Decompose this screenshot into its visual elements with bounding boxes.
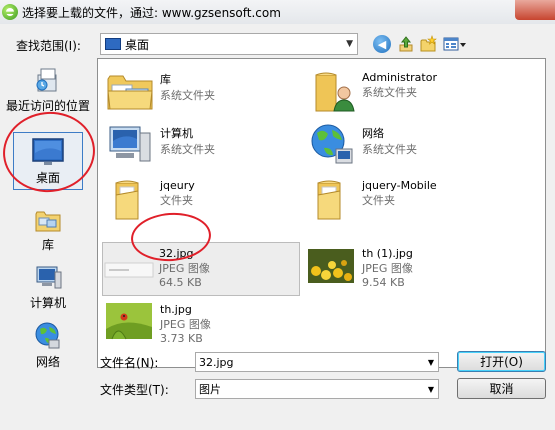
chevron-down-icon[interactable]: ▼ xyxy=(428,385,434,394)
list-item[interactable]: th (1).jpg JPEG 图像 9.54 KB xyxy=(306,243,506,297)
list-item[interactable]: 计算机 系统文件夹 xyxy=(104,121,304,175)
library-icon xyxy=(35,211,61,232)
file-type: JPEG 图像 xyxy=(362,262,413,275)
file-type: JPEG 图像 xyxy=(160,318,211,331)
places-bar: 最近访问的位置 桌面 库 计算机 网络 xyxy=(0,59,96,370)
network-icon xyxy=(306,121,358,169)
view-menu-icon[interactable] xyxy=(443,35,467,53)
file-name: th.jpg xyxy=(160,303,192,316)
filetype-label: 文件类型(T): xyxy=(100,383,169,397)
list-item[interactable]: Administrator 系统文件夹 xyxy=(306,67,506,121)
file-size: 9.54 KB xyxy=(362,276,405,289)
file-name: Administrator xyxy=(362,71,437,84)
open-button[interactable]: 打开(O) xyxy=(457,351,546,372)
list-item[interactable]: th.jpg JPEG 图像 3.73 KB xyxy=(104,299,304,353)
file-type: 文件夹 xyxy=(160,194,193,207)
filename-label: 文件名(N): xyxy=(100,356,159,370)
place-recent[interactable]: 最近访问的位置 xyxy=(0,65,96,114)
image-thumbnail-icon xyxy=(104,299,156,347)
image-thumbnail-icon xyxy=(306,243,358,291)
file-name: 网络 xyxy=(362,127,384,140)
network-icon xyxy=(35,322,60,349)
file-name: 计算机 xyxy=(160,127,193,140)
file-name: jquery-Mobile xyxy=(362,179,437,192)
chevron-down-icon[interactable]: ▼ xyxy=(346,39,353,49)
file-type: 系统文件夹 xyxy=(362,86,417,99)
file-type: 系统文件夹 xyxy=(362,143,417,156)
folder-icon xyxy=(104,175,156,223)
place-label: 网络 xyxy=(35,355,60,369)
list-item[interactable]: 库 系统文件夹 xyxy=(104,67,304,121)
computer-icon xyxy=(104,121,156,169)
look-in-label: 查找范围(I): xyxy=(16,39,81,53)
file-type: 系统文件夹 xyxy=(160,89,215,102)
list-item[interactable]: jqeury 文件夹 xyxy=(104,175,304,229)
window-title: 选择要上载的文件，通过: www.gzsensoft.com xyxy=(22,5,281,20)
folder-icon xyxy=(306,175,358,223)
app-icon xyxy=(2,4,18,20)
filename-input[interactable]: 32.jpg ▼ xyxy=(195,352,439,372)
recent-places-icon xyxy=(36,68,57,92)
back-arrow-icon[interactable]: ◀ xyxy=(373,35,391,53)
file-type: JPEG 图像 xyxy=(159,262,210,275)
place-library[interactable]: 库 xyxy=(0,206,96,253)
file-size: 3.73 KB xyxy=(160,332,203,345)
look-in-combo[interactable]: 桌面 ▼ xyxy=(100,33,358,55)
file-name: 库 xyxy=(160,73,171,86)
new-folder-icon[interactable] xyxy=(419,35,437,53)
close-button[interactable] xyxy=(515,0,555,20)
file-size: 64.5 KB xyxy=(159,276,202,289)
place-network[interactable]: 网络 xyxy=(0,321,96,370)
place-computer[interactable]: 计算机 xyxy=(0,264,96,311)
computer-icon xyxy=(36,266,62,289)
look-in-value: 桌面 xyxy=(125,37,150,52)
filename-value: 32.jpg xyxy=(199,355,234,369)
file-name: jqeury xyxy=(160,179,195,192)
file-name: th (1).jpg xyxy=(362,247,413,260)
file-type: 文件夹 xyxy=(362,194,395,207)
place-label: 库 xyxy=(41,238,54,252)
filetype-select[interactable]: 图片 ▼ xyxy=(195,379,439,399)
title-bar: 选择要上载的文件，通过: www.gzsensoft.com xyxy=(0,0,555,24)
place-label: 计算机 xyxy=(29,296,66,310)
file-dialog: 查找范围(I): 桌面 ▼ ◀ 最近访问的位置 桌面 库 计算机 网络 库 系统… xyxy=(0,24,555,430)
user-folder-icon xyxy=(306,67,358,115)
filetype-value: 图片 xyxy=(199,383,221,396)
cancel-button[interactable]: 取消 xyxy=(457,378,546,399)
up-folder-icon[interactable] xyxy=(397,35,415,53)
list-item[interactable]: 网络 系统文件夹 xyxy=(306,121,506,175)
chevron-down-icon[interactable]: ▼ xyxy=(428,358,434,367)
list-item[interactable]: jquery-Mobile 文件夹 xyxy=(306,175,506,229)
library-folder-icon xyxy=(104,67,156,115)
desktop-small-icon xyxy=(105,38,121,50)
file-type: 系统文件夹 xyxy=(160,143,215,156)
